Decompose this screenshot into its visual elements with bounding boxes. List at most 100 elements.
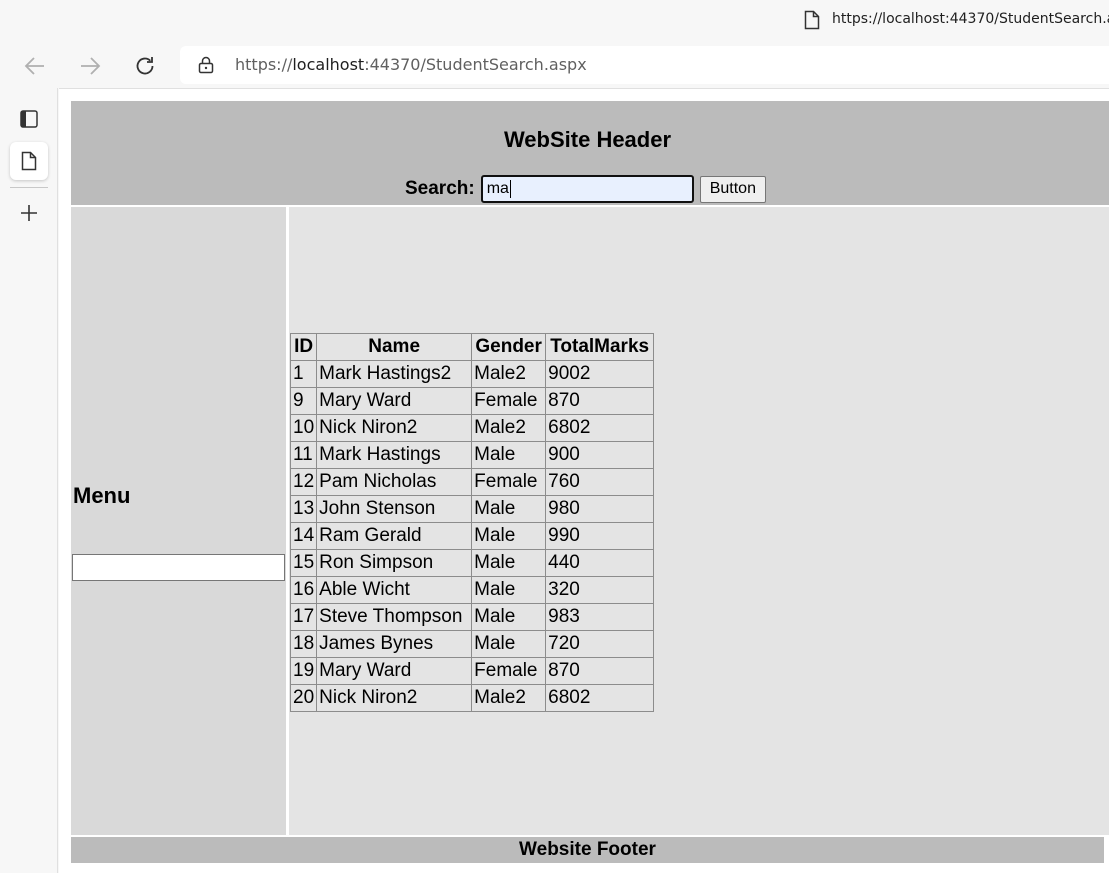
cell-totalmarks: 983 <box>545 603 655 631</box>
cell-totalmarks: 320 <box>545 576 655 604</box>
cell-gender: Male <box>471 630 547 658</box>
table-row: 13 John Stenson Male 980 <box>289 495 655 523</box>
search-button[interactable]: Button <box>699 175 766 203</box>
cell-totalmarks: 760 <box>545 468 655 496</box>
text-caret <box>509 180 511 198</box>
column-header-name: Name <box>316 333 473 361</box>
menu-panel: Menu <box>71 207 286 835</box>
cell-totalmarks: 870 <box>545 657 655 685</box>
cell-gender: Female <box>471 657 547 685</box>
address-bar[interactable]: https://localhost:44370/StudentSearch.as… <box>180 46 1109 84</box>
site-header: WebSite Header Search: ma Button <box>71 101 1109 205</box>
cell-gender: Female <box>471 468 547 496</box>
table-row: 10 Nick Niron2 Male2 6802 <box>289 414 655 442</box>
cell-gender: Male2 <box>471 414 547 442</box>
page-viewport: WebSite Header Search: ma Button Menu ID… <box>59 88 1109 873</box>
cell-id: 10 <box>289 414 318 442</box>
table-row: 15 Ron Simpson Male 440 <box>289 549 655 577</box>
cell-name: Mary Ward <box>316 387 473 415</box>
lock-icon[interactable] <box>198 56 214 74</box>
cell-id: 18 <box>289 630 318 658</box>
cell-name: Mark Hastings <box>316 441 473 469</box>
reload-button[interactable] <box>131 52 159 80</box>
tab-title: https://localhost:44370/StudentSearch.as… <box>832 11 1109 27</box>
cell-name: Nick Niron2 <box>316 414 473 442</box>
students-grid: ID Name Gender TotalMarks 1 Mark Hastings… <box>289 333 655 712</box>
cell-name: Mark Hastings2 <box>316 360 473 388</box>
layout-table: WebSite Header Search: ma Button Menu ID… <box>71 101 1109 863</box>
cell-id: 19 <box>289 657 318 685</box>
cell-gender: Male <box>471 576 547 604</box>
url-path: :44370/StudentSearch.aspx <box>364 55 587 74</box>
content-panel: ID Name Gender TotalMarks 1 Mark Hastings… <box>289 207 1109 835</box>
url-host: localhost <box>292 55 365 74</box>
table-row: 11 Mark Hastings Male 900 <box>289 441 655 469</box>
cell-totalmarks: 440 <box>545 549 655 577</box>
sidebar-panel-icon <box>20 110 38 128</box>
rail-divider <box>10 187 48 188</box>
cell-id: 15 <box>289 549 318 577</box>
cell-totalmarks: 900 <box>545 441 655 469</box>
cell-gender: Male <box>471 495 547 523</box>
tab-actions-button[interactable] <box>10 100 48 138</box>
cell-id: 16 <box>289 576 318 604</box>
vertical-tab-current[interactable] <box>10 142 48 180</box>
cell-id: 11 <box>289 441 318 469</box>
column-header-totalmarks: TotalMarks <box>545 333 655 361</box>
table-row: 14 Ram Gerald Male 990 <box>289 522 655 550</box>
cell-gender: Male <box>471 441 547 469</box>
window-title-bar: https://localhost:44370/StudentSearch.as… <box>0 0 1109 44</box>
table-row: 9 Mary Ward Female 870 <box>289 387 655 415</box>
cell-name: Able Wicht <box>316 576 473 604</box>
table-row: 19 Mary Ward Female 870 <box>289 657 655 685</box>
table-row: 18 James Bynes Male 720 <box>289 630 655 658</box>
menu-text-input[interactable] <box>72 554 285 581</box>
cell-name: Nick Niron2 <box>316 684 473 712</box>
cell-gender: Male2 <box>471 684 547 712</box>
forward-button[interactable] <box>76 52 104 80</box>
cell-id: 1 <box>289 360 318 388</box>
table-row: 20 Nick Niron2 Male2 6802 <box>289 684 655 712</box>
table-row: 16 Able Wicht Male 320 <box>289 576 655 604</box>
table-row: 1 Mark Hastings2 Male2 9002 <box>289 360 655 388</box>
back-arrow-icon <box>24 57 44 75</box>
back-button[interactable] <box>21 52 49 80</box>
cell-totalmarks: 980 <box>545 495 655 523</box>
address-url[interactable]: https://localhost:44370/StudentSearch.as… <box>235 55 587 74</box>
cell-name: Ram Gerald <box>316 522 473 550</box>
browser-toolbar: https://localhost:44370/StudentSearch.as… <box>0 44 1109 86</box>
search-row: Search: ma Button <box>405 175 766 203</box>
cell-totalmarks: 6802 <box>545 684 655 712</box>
header-title: WebSite Header <box>503 127 672 152</box>
page-icon <box>21 151 37 171</box>
cell-name: Steve Thompson <box>316 603 473 631</box>
cell-id: 13 <box>289 495 318 523</box>
vertical-tab-rail <box>0 88 58 873</box>
cell-totalmarks: 6802 <box>545 414 655 442</box>
cell-id: 14 <box>289 522 318 550</box>
cell-gender: Male <box>471 549 547 577</box>
page-icon <box>804 10 820 30</box>
site-footer: Website Footer <box>71 837 1104 863</box>
cell-gender: Female <box>471 387 547 415</box>
search-input[interactable]: ma <box>480 175 694 203</box>
table-row: 17 Steve Thompson Male 983 <box>289 603 655 631</box>
cell-totalmarks: 990 <box>545 522 655 550</box>
url-scheme: https:// <box>235 55 293 74</box>
cell-name: Pam Nicholas <box>316 468 473 496</box>
cell-id: 12 <box>289 468 318 496</box>
cell-gender: Male <box>471 522 547 550</box>
cell-totalmarks: 9002 <box>545 360 655 388</box>
grid-header-row: ID Name Gender TotalMarks <box>289 333 655 361</box>
new-tab-button[interactable] <box>10 194 48 232</box>
cell-id: 17 <box>289 603 318 631</box>
cell-name: Mary Ward <box>316 657 473 685</box>
cell-name: Ron Simpson <box>316 549 473 577</box>
cell-name: John Stenson <box>316 495 473 523</box>
forward-arrow-icon <box>81 57 101 75</box>
search-input-value: ma <box>486 180 509 197</box>
plus-icon <box>21 205 37 221</box>
column-header-gender: Gender <box>471 333 547 361</box>
table-row: 12 Pam Nicholas Female 760 <box>289 468 655 496</box>
body-row: Menu ID Name Gender TotalMarks 1 Mark Has… <box>71 207 1109 835</box>
